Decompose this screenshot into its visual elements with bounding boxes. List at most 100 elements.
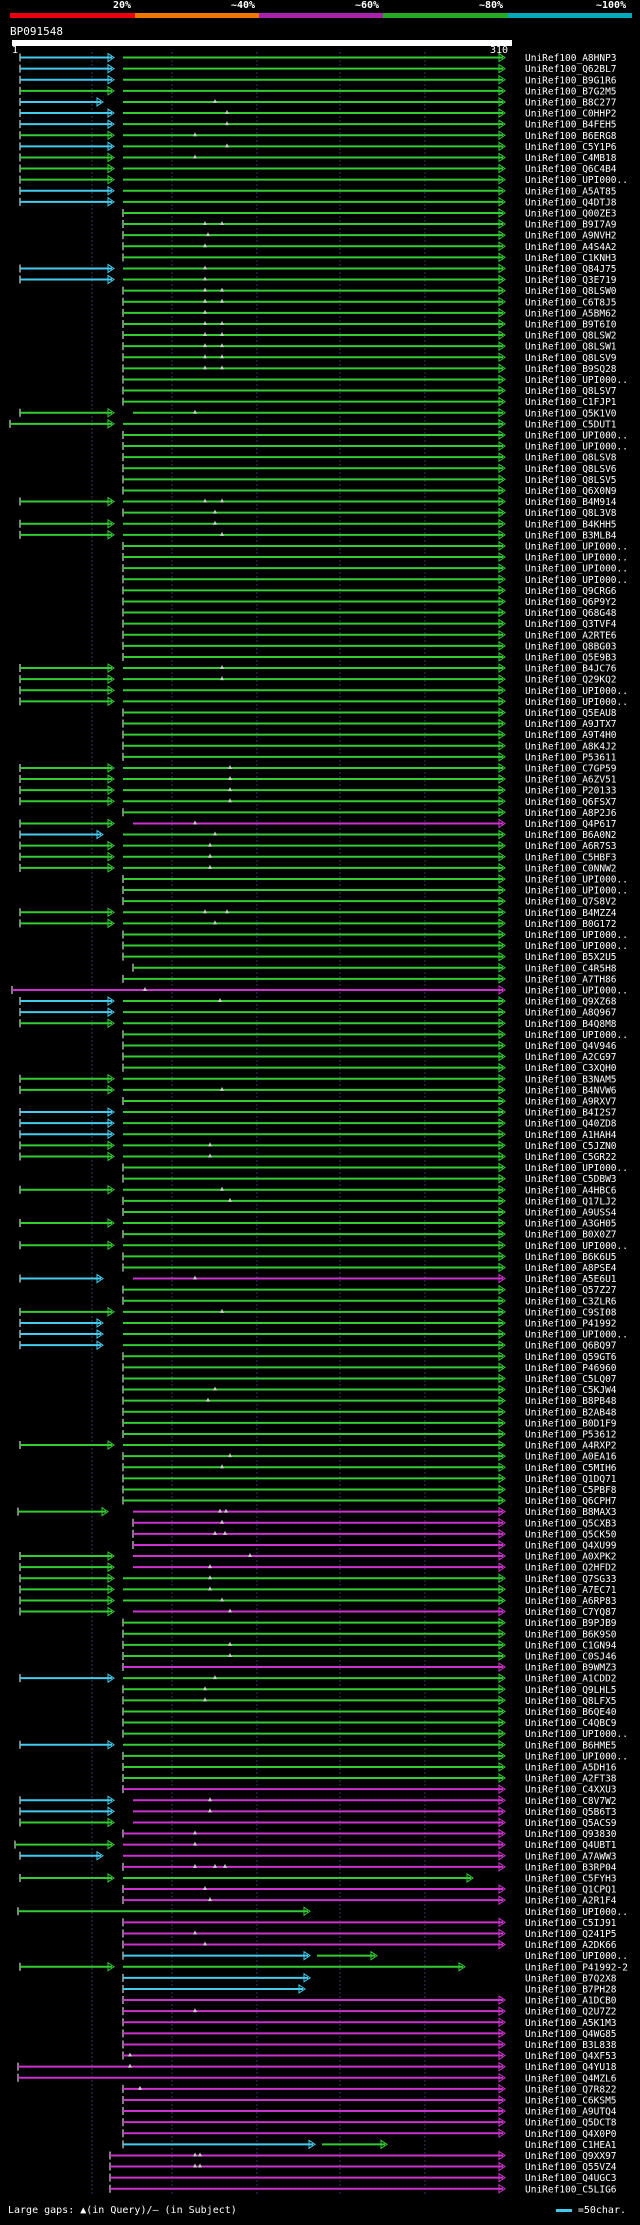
hit-label: UniRef100_B0D1F9	[525, 1418, 617, 1429]
hit-label: UniRef100_A1HAH4	[525, 1130, 617, 1141]
hit-label: UniRef100_B3L838	[525, 2040, 617, 2051]
hit-label: UniRef100_A5K1M3	[525, 2018, 617, 2029]
hit-label: UniRef100_A7EC71	[525, 1585, 617, 1596]
hit-label: UniRef100_C0SJ46	[525, 1651, 617, 1662]
hit-label: UniRef100_C8V7W2	[525, 1796, 617, 1807]
hit-label: UniRef100_C3ZLR6	[525, 1296, 617, 1307]
hit-label: UniRef100_B7G2M5	[525, 86, 617, 97]
hit-label: UniRef100_A4S4A2	[525, 242, 617, 253]
hit-label: UniRef100_B4Q8M8	[525, 1019, 617, 1030]
hit-label: UniRef100_Q7SG33	[525, 1574, 617, 1585]
hit-label: UniRef100_Q93830	[525, 1829, 617, 1840]
hit-label: UniRef100_B8C277	[525, 97, 617, 108]
hit-label: UniRef100_Q17LJ2	[525, 1196, 617, 1207]
hit-label: UniRef100_Q9CRG6	[525, 586, 617, 597]
hit-label: UniRef100_B8MAX3	[525, 1507, 617, 1518]
hit-label: UniRef100_B9G1R6	[525, 75, 617, 86]
hit-label: UniRef100_UPI000..	[525, 430, 628, 441]
hit-label: UniRef100_B4I2S7	[525, 1108, 617, 1119]
hit-label: UniRef100_Q57Z27	[525, 1285, 617, 1296]
hit-label: UniRef100_UPI000..	[525, 1330, 628, 1341]
hit-label: UniRef100_C7YQ87	[525, 1607, 617, 1618]
hit-label: UniRef100_C6T8J5	[525, 297, 617, 308]
hit-label: UniRef100_UPI000..	[525, 1751, 628, 1762]
hit-label: UniRef100_Q68G48	[525, 608, 617, 619]
hit-label: UniRef100_C5LQ07	[525, 1374, 617, 1385]
hit-label: UniRef100_A9T4H0	[525, 730, 617, 741]
hit-label: UniRef100_C4QBC9	[525, 1718, 617, 1729]
hit-label: UniRef100_C9SI08	[525, 1307, 617, 1318]
hit-label: UniRef100_A2FT38	[525, 1774, 617, 1785]
hit-label: UniRef100_Q1CPQ1	[525, 1885, 617, 1896]
hit-label: UniRef100_A1DCB0	[525, 1996, 617, 2007]
hit-label: UniRef100_Q8LFX5	[525, 1696, 617, 1707]
hit-label: UniRef100_Q9XZ68	[525, 997, 617, 1008]
hit-label: UniRef100_UPI000..	[525, 941, 628, 952]
hit-label: UniRef100_UPI000..	[525, 541, 628, 552]
hit-label: UniRef100_Q59GT6	[525, 1352, 617, 1363]
hit-label: UniRef100_Q1DQ71	[525, 1474, 617, 1485]
hit-label: UniRef100_A7AWW3	[525, 1851, 617, 1862]
hit-label: UniRef100_UPI000..	[525, 175, 628, 186]
hit-label: UniRef100_P53612	[525, 1429, 617, 1440]
hit-label: UniRef100_A7TH86	[525, 974, 617, 985]
hit-label: UniRef100_A6RP83	[525, 1596, 617, 1607]
hit-label: UniRef100_P46960	[525, 1363, 617, 1374]
hit-label: UniRef100_Q84J75	[525, 264, 617, 275]
hit-label: UniRef100_Q8LSV9	[525, 353, 617, 364]
hit-label: UniRef100_B2AB48	[525, 1407, 617, 1418]
legend-scale-swatch	[555, 2208, 572, 2212]
hit-label: UniRef100_Q4XU99	[525, 1540, 617, 1551]
hit-label: UniRef100_B8PB48	[525, 1396, 617, 1407]
hit-label: UniRef100_C0HHP2	[525, 109, 617, 120]
hit-label: UniRef100_B9SQ28	[525, 364, 617, 375]
hit-label: UniRef100_B4MZZ4	[525, 908, 617, 919]
hit-label: UniRef100_Q8BG03	[525, 641, 617, 652]
hit-label: UniRef100_C5JZN0	[525, 1141, 617, 1152]
hit-label: UniRef100_Q00ZE3	[525, 208, 617, 219]
hit-label: UniRef100_P41992	[525, 1318, 617, 1329]
hit-label: UniRef100_C1KNH3	[525, 253, 617, 264]
hit-label: UniRef100_Q8LSV5	[525, 475, 617, 486]
legend: Large gaps: ▲(in Query)/— (in Subject) =…	[8, 2205, 638, 2216]
hit-label: UniRef100_Q4YU18	[525, 2062, 617, 2073]
hit-label: UniRef100_Q5K1V0	[525, 408, 617, 419]
hit-label: UniRef100_Q4X0P0	[525, 2129, 617, 2140]
hit-label: UniRef100_B3RP04	[525, 1862, 617, 1873]
hit-label: UniRef100_B0X0Z7	[525, 1230, 617, 1241]
hit-label: UniRef100_Q6CPH7	[525, 1496, 617, 1507]
hit-label: UniRef100_B4NVW6	[525, 1085, 617, 1096]
hit-label: UniRef100_Q5DCT8	[525, 2118, 617, 2129]
hit-label: UniRef100_Q9XX97	[525, 2151, 617, 2162]
hit-label: UniRef100_Q9LHL5	[525, 1685, 617, 1696]
hit-label: UniRef100_A9USS4	[525, 1207, 617, 1218]
hit-label: UniRef100_B6K9S0	[525, 1629, 617, 1640]
hit-label: UniRef100_UPI000..	[525, 886, 628, 897]
hit-label: UniRef100_C5DBW3	[525, 1174, 617, 1185]
hit-label: UniRef100_A5E6U1	[525, 1274, 617, 1285]
hit-label: UniRef100_Q6X0N9	[525, 486, 617, 497]
hit-label: UniRef100_Q8LSV8	[525, 453, 617, 464]
legend-gap-text: Large gaps: ▲(in Query)/— (in Subject)	[8, 2205, 237, 2216]
hit-label: UniRef100_Q40ZD8	[525, 1119, 617, 1130]
hit-label: UniRef100_B0G172	[525, 919, 617, 930]
legend-scale-key: =50char.	[555, 2205, 626, 2216]
hit-label: UniRef100_Q5CXB3	[525, 1518, 617, 1529]
hit-label: UniRef100_UPI000..	[525, 930, 628, 941]
ruler-start-label: 1	[12, 45, 18, 56]
hit-label: UniRef100_C3XQH0	[525, 1063, 617, 1074]
hit-label: UniRef100_B6K6U5	[525, 1252, 617, 1263]
hit-label: UniRef100_A8PSE4	[525, 1263, 617, 1274]
hit-label: UniRef100_B4KHH5	[525, 519, 617, 530]
hit-label: UniRef100_Q4MZL6	[525, 2073, 617, 2084]
hit-label: UniRef100_C5LIG6	[525, 2184, 617, 2195]
hit-label: UniRef100_Q55VZ4	[525, 2162, 617, 2173]
hit-label: UniRef100_A1CDD2	[525, 1674, 617, 1685]
hit-label: UniRef100_C4XXU3	[525, 1785, 617, 1796]
hit-label: UniRef100_A8Q967	[525, 1008, 617, 1019]
hit-label: UniRef100_Q7S8V2	[525, 897, 617, 908]
hit-label: UniRef100_C4MB18	[525, 153, 617, 164]
hit-label: UniRef100_B4M914	[525, 497, 617, 508]
hit-label: UniRef100_B7PH28	[525, 1984, 617, 1995]
hit-label: UniRef100_C5MIH6	[525, 1463, 617, 1474]
